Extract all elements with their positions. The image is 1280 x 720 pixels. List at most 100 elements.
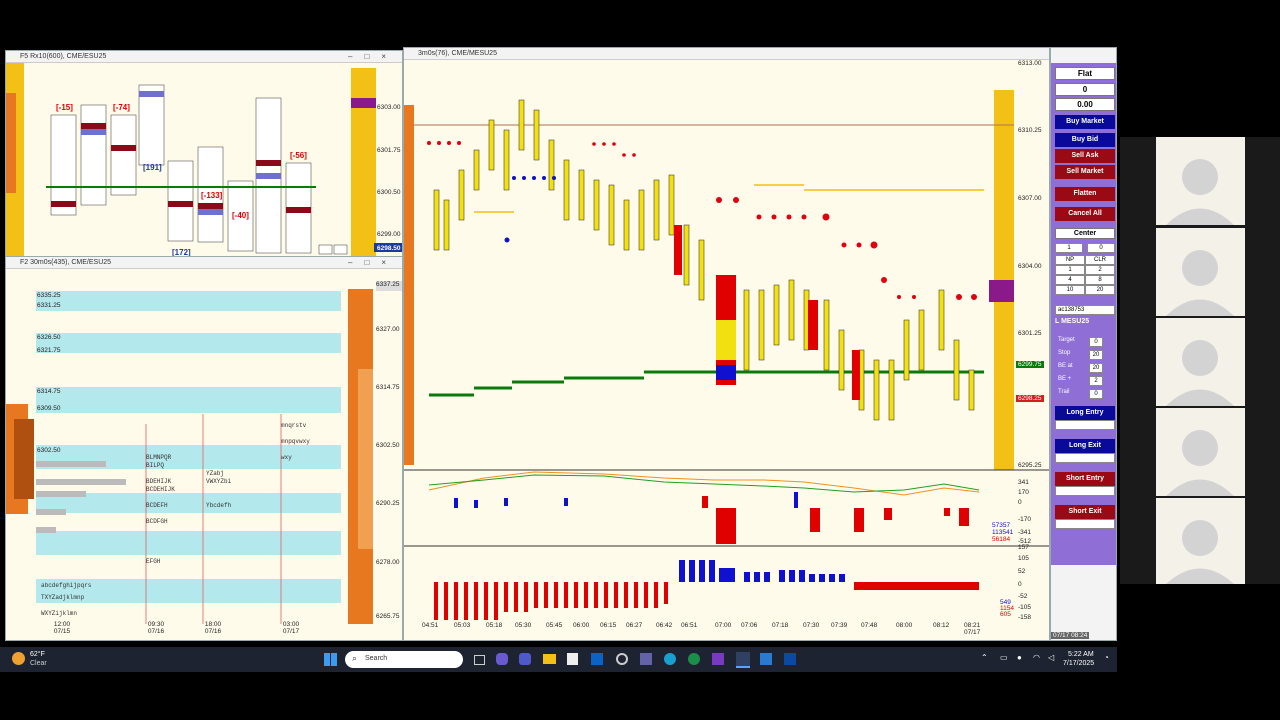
osc1-value-1: 113541 [992, 529, 1014, 536]
short-entry-select[interactable] [1055, 486, 1115, 496]
main-xlabel-17: 08:12 [933, 622, 950, 629]
copilot-icon[interactable] [496, 653, 508, 665]
main-ylabel-7: 6295.25 [1018, 462, 1042, 469]
chat-icon[interactable] [640, 653, 652, 665]
main-xlabel-10: 07:00 [715, 622, 732, 629]
settings-icon[interactable] [616, 653, 628, 665]
outlook-icon[interactable] [591, 653, 603, 665]
search-icon: ⌕ [352, 653, 358, 663]
tpo-xlabel-2: 18:00 07/16 [204, 621, 222, 635]
tpo-window-title: F2 30m0s(435), CME/ESU25 [20, 259, 112, 266]
tpo-ylabel-1: 6327.00 [376, 326, 400, 333]
svg-text:EFGH: EFGH [146, 558, 161, 565]
cancel-all-button[interactable]: Cancel All [1055, 207, 1115, 221]
notification-bell-icon[interactable]: ◔ [1104, 653, 1109, 662]
buy-market-button[interactable]: Buy Market [1055, 115, 1115, 129]
osc2-label-2: 52 [1018, 568, 1026, 575]
target-label: Target [1058, 337, 1075, 343]
account-select[interactable]: ac138753 [1055, 305, 1115, 315]
osc2-label-4: -52 [1018, 593, 1028, 600]
participant-tile-3 [1156, 318, 1245, 406]
qty-preset-4[interactable]: 4 [1055, 275, 1085, 285]
long-entry-select[interactable] [1055, 420, 1115, 430]
qty-preset-1[interactable]: 1 [1055, 265, 1085, 275]
participant-tile-1 [1156, 137, 1245, 225]
clock-time[interactable]: 5:22 AM [1068, 651, 1094, 658]
weather-temp[interactable]: 62°F [30, 651, 45, 658]
svg-text:BCDFGH: BCDFGH [146, 518, 168, 525]
qty-preset-20[interactable]: 20 [1085, 285, 1115, 295]
stop-input[interactable]: 20 [1089, 350, 1103, 360]
search-box[interactable]: ⌕ Search [345, 651, 463, 668]
tray-chevron-icon[interactable]: ⌃ [981, 653, 988, 662]
chrome-icon[interactable] [688, 653, 700, 665]
svg-text:mnpqvwxy: mnpqvwxy [281, 438, 310, 445]
main-xlabel-18: 08:21 07/17 [964, 622, 981, 636]
avatar-icon [1166, 159, 1234, 225]
qty-preset-2[interactable]: 2 [1085, 265, 1115, 275]
qty-cell-0-1[interactable]: 0 [1087, 243, 1115, 253]
svg-text:WXYZijklmn: WXYZijklmn [41, 610, 77, 617]
flatten-button[interactable]: Flatten [1055, 187, 1115, 201]
qty-preset-10[interactable]: 10 [1055, 285, 1085, 295]
short-exit-button[interactable]: Short Exit [1055, 505, 1115, 519]
window-controls[interactable]: –□× [348, 51, 398, 63]
center-button[interactable]: Center [1055, 228, 1115, 239]
short-entry-button[interactable]: Short Entry [1055, 472, 1115, 486]
footprint-chart [6, 63, 402, 256]
task-view-icon[interactable] [474, 655, 485, 665]
main-ylabel-4: 6301.25 [1018, 330, 1042, 337]
np-button[interactable]: NP [1055, 255, 1085, 265]
weather-icon[interactable] [12, 652, 25, 665]
footprint-window-titlebar[interactable]: F5 Rx10(600), CME/ESU25 –□× [6, 51, 402, 63]
svg-text:BDEHIJK: BDEHIJK [146, 478, 172, 485]
explorer-icon[interactable] [543, 654, 556, 664]
be-plus-input[interactable]: 2 [1089, 376, 1103, 386]
mic-icon[interactable]: ● [1017, 653, 1022, 662]
trail-input[interactable]: 0 [1089, 389, 1103, 399]
sell-market-button[interactable]: Sell Market [1055, 165, 1115, 179]
participant-tile-5 [1156, 498, 1245, 584]
avatar-icon [1166, 520, 1234, 584]
volume-icon[interactable]: ◁ [1048, 653, 1054, 662]
network-icon[interactable]: ▭ [1000, 653, 1008, 662]
symbol-label: L MESU25 [1055, 318, 1090, 325]
tpo-ylabel-2: 6314.75 [376, 384, 400, 391]
svg-text:TXYZadjklmnp: TXYZadjklmnp [41, 594, 85, 601]
target-input[interactable]: 0 [1089, 337, 1103, 347]
order-panel: Flat 0 0.00 Buy Market Buy Bid Sell Ask … [1051, 63, 1116, 565]
be-at-label: BE at [1058, 363, 1073, 369]
clock-date[interactable]: 7/17/2025 [1063, 660, 1094, 667]
quantity-display: 0 [1055, 83, 1115, 96]
store-icon[interactable] [567, 653, 578, 665]
tpo-xlabel-3: 03:00 07/17 [282, 621, 300, 635]
visual-studio-icon[interactable] [712, 653, 724, 665]
long-exit-select[interactable] [1055, 453, 1115, 463]
fp-ylabel-4: 6298.50 [377, 245, 401, 252]
tpo-window-titlebar[interactable]: F2 30m0s(435), CME/ESU25 –□× [6, 257, 402, 269]
main-xlabel-12: 07:18 [772, 622, 789, 629]
main-xlabel-14: 07:39 [831, 622, 848, 629]
wifi-icon[interactable]: ◠ [1033, 653, 1040, 662]
svg-text:abcdefghijpqrs: abcdefghijpqrs [41, 582, 92, 589]
edge-icon[interactable] [664, 653, 676, 665]
long-entry-button[interactable]: Long Entry [1055, 406, 1115, 420]
sell-ask-button[interactable]: Sell Ask [1055, 149, 1115, 163]
teams-icon[interactable] [519, 653, 531, 665]
main-xlabel-1: 05:03 [454, 622, 471, 629]
be-at-input[interactable]: 20 [1089, 363, 1103, 373]
buy-bid-button[interactable]: Buy Bid [1055, 133, 1115, 147]
long-exit-button[interactable]: Long Exit [1055, 439, 1115, 453]
trading-app-icon[interactable] [736, 652, 750, 668]
remote-icon[interactable] [760, 653, 772, 665]
clr-button[interactable]: CLR [1085, 255, 1115, 265]
app-icon[interactable] [784, 653, 796, 665]
qty-input[interactable]: 1 [1055, 243, 1083, 253]
window-controls[interactable]: –□× [348, 257, 398, 269]
short-exit-select[interactable] [1055, 519, 1115, 529]
main-chart-titlebar[interactable]: 3m0s(76), CME/MESU25 [404, 48, 1049, 60]
qty-preset-8[interactable]: 8 [1085, 275, 1115, 285]
tpo-box-6: 6302.50 [37, 447, 61, 454]
start-icon[interactable] [324, 653, 337, 666]
main-xlabel-6: 06:15 [600, 622, 617, 629]
